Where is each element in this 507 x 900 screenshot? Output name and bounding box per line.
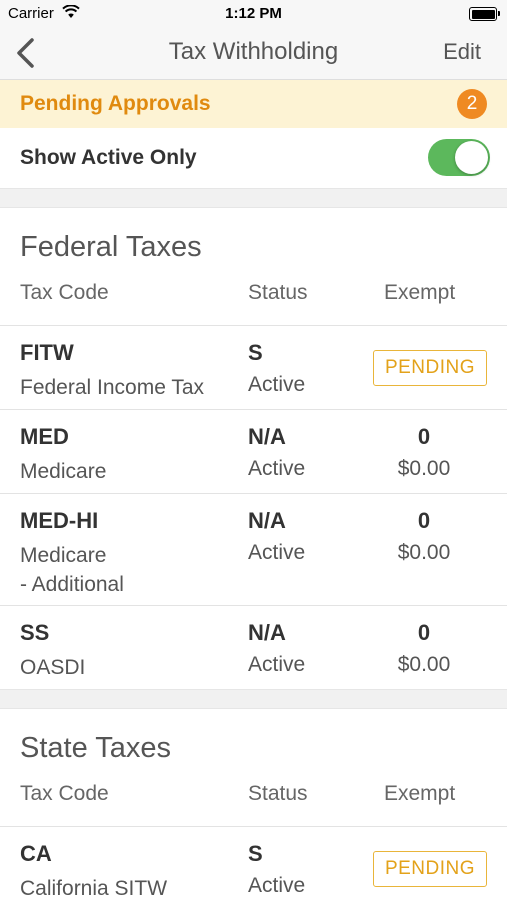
tax-description-line: - Additional <box>20 573 124 596</box>
section-divider <box>0 188 507 208</box>
status-code: N/A <box>248 424 286 449</box>
pending-approvals-label: Pending Approvals <box>20 92 211 115</box>
exempt-amount: $0.00 <box>397 541 451 564</box>
exempt-count: 0 <box>417 620 431 645</box>
status-code: S <box>248 841 263 866</box>
show-active-only-row: Show Active Only <box>0 128 507 188</box>
status-value: Active <box>248 373 306 396</box>
pending-badge: PENDING <box>373 350 487 386</box>
section-title-federal: Federal Taxes <box>20 231 202 263</box>
pending-badge: PENDING <box>373 851 487 887</box>
show-active-only-toggle[interactable] <box>428 139 490 176</box>
navigation-bar: Tax Withholding Edit <box>0 30 507 80</box>
column-header-tax-code: Tax Code <box>20 782 109 805</box>
pending-count-badge: 2 <box>457 89 487 119</box>
status-code: N/A <box>248 620 286 645</box>
show-active-only-label: Show Active Only <box>20 146 197 169</box>
tax-code: CA <box>20 841 52 866</box>
tax-row[interactable]: CA California SITW S Active PENDING <box>0 826 507 900</box>
tax-code: SS <box>20 620 50 645</box>
tax-description: OASDI <box>20 656 86 679</box>
tax-row[interactable]: MED Medicare N/A Active 0 $0.00 <box>0 409 507 493</box>
status-bar: Carrier 1:12 PM <box>0 0 507 30</box>
tax-description: Federal Income Tax <box>20 376 205 399</box>
status-code: N/A <box>248 508 286 533</box>
edit-button[interactable]: Edit <box>443 39 481 65</box>
status-value: Active <box>248 653 306 676</box>
column-header-exempt: Exempt <box>384 281 456 304</box>
tax-row[interactable]: FITW Federal Income Tax S Active PENDING <box>0 325 507 409</box>
clock: 1:12 PM <box>225 5 282 22</box>
pending-approvals-banner[interactable]: Pending Approvals 2 <box>0 80 507 128</box>
status-code: S <box>248 340 263 365</box>
exempt-count: 0 <box>417 508 431 533</box>
battery-icon <box>469 7 500 21</box>
status-value: Active <box>248 874 306 897</box>
tax-row[interactable]: MED-HI Medicare - Additional N/A Active … <box>0 493 507 605</box>
state-taxes-header: State Taxes Tax Code Status Exempt <box>0 710 507 826</box>
page-title: Tax Withholding <box>168 38 339 65</box>
column-header-tax-code: Tax Code <box>20 281 109 304</box>
tax-code: MED <box>20 424 69 449</box>
exempt-count: 0 <box>417 424 431 449</box>
section-title-state: State Taxes <box>20 732 172 764</box>
tax-description: Medicare <box>20 460 107 483</box>
status-value: Active <box>248 541 306 564</box>
exempt-amount: $0.00 <box>397 653 451 676</box>
toggle-knob <box>455 141 488 174</box>
column-header-exempt: Exempt <box>384 782 456 805</box>
tax-code: FITW <box>20 340 74 365</box>
tax-description-line: Medicare <box>20 544 107 567</box>
tax-description: California SITW <box>20 877 168 900</box>
status-value: Active <box>248 457 306 480</box>
federal-taxes-header: Federal Taxes Tax Code Status Exempt <box>0 209 507 325</box>
column-header-status: Status <box>248 782 308 805</box>
tax-row[interactable]: SS OASDI N/A Active 0 $0.00 <box>0 605 507 689</box>
tax-code: MED-HI <box>20 508 99 533</box>
section-divider <box>0 689 507 709</box>
tax-description: Medicare - Additional <box>20 541 240 599</box>
exempt-amount: $0.00 <box>397 457 451 480</box>
column-header-status: Status <box>248 281 308 304</box>
